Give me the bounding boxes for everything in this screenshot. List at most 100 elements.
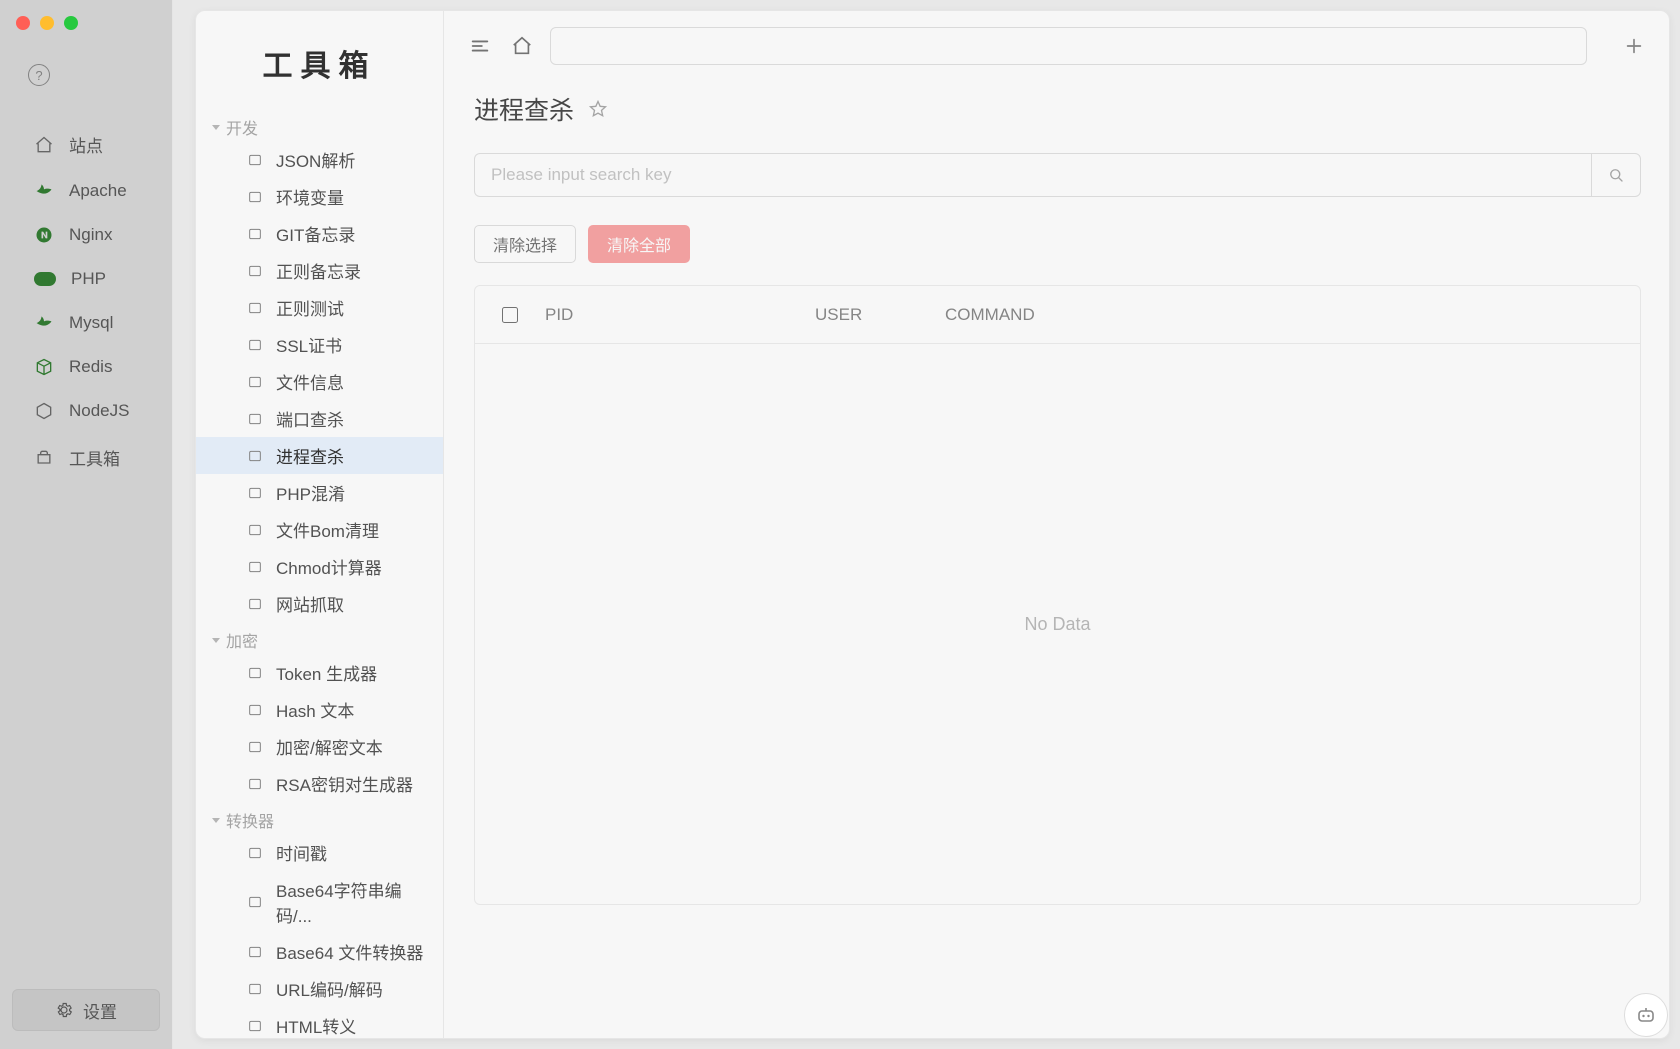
robot-icon (1634, 1003, 1658, 1027)
tree-item-0-4[interactable]: 正则测试 (196, 289, 443, 326)
tree-item-0-1[interactable]: 环境变量 (196, 178, 443, 215)
clear-all-button[interactable]: 清除全部 (588, 225, 690, 263)
tree-item-label: JSON解析 (276, 147, 355, 172)
tree-item-label: Hash 文本 (276, 697, 354, 722)
tree-item-label: Token 生成器 (276, 660, 377, 685)
chmod-icon (246, 558, 264, 576)
settings-button[interactable]: 设置 (12, 989, 160, 1031)
appnav-label: 工具箱 (69, 445, 120, 470)
address-bar[interactable] (550, 27, 1587, 65)
tree-item-label: HTML转义 (276, 1013, 356, 1038)
tree-item-0-12[interactable]: 网站抓取 (196, 585, 443, 622)
tree-item-0-3[interactable]: 正则备忘录 (196, 252, 443, 289)
appnav-item-2[interactable]: Nginx (0, 213, 172, 257)
appnav-label: Apache (69, 181, 127, 201)
tree-item-2-3[interactable]: URL编码/解码 (196, 970, 443, 1007)
tree-group-1[interactable]: 加密 (196, 622, 443, 654)
settings-label: 设置 (83, 998, 117, 1023)
tree-item-label: 端口查杀 (276, 406, 344, 431)
tree-item-label: 文件信息 (276, 369, 344, 394)
urlenc-icon (246, 980, 264, 998)
tree-item-0-10[interactable]: 文件Bom清理 (196, 511, 443, 548)
col-pid: PID (545, 305, 815, 325)
tree-item-1-0[interactable]: Token 生成器 (196, 654, 443, 691)
tree-item-2-0[interactable]: 时间戳 (196, 834, 443, 871)
tree-item-label: 时间戳 (276, 840, 327, 865)
window-traffic-lights[interactable] (16, 16, 78, 30)
regex-icon (246, 262, 264, 280)
tree-item-0-8[interactable]: 进程查杀 (196, 437, 443, 474)
chatbot-button[interactable] (1624, 993, 1668, 1037)
encrypt-icon (246, 738, 264, 756)
appnav-item-6[interactable]: NodeJS (0, 389, 172, 433)
clock-icon (246, 844, 264, 862)
base64-icon (246, 893, 264, 911)
tree-item-2-4[interactable]: HTML转义 (196, 1007, 443, 1039)
php-obfuscate-icon (246, 484, 264, 502)
topbar (444, 11, 1670, 81)
help-icon[interactable]: ? (28, 64, 50, 86)
favorite-star-icon[interactable] (588, 99, 608, 119)
env-icon (246, 188, 264, 206)
col-command: COMMAND (945, 305, 1640, 325)
regex-test-icon (246, 299, 264, 317)
table-header: PID USER COMMAND (475, 286, 1640, 344)
tree-item-1-3[interactable]: RSA密钥对生成器 (196, 765, 443, 802)
appnav-item-3[interactable]: phpPHP (0, 257, 172, 301)
caret-down-icon (212, 125, 220, 130)
crawl-icon (246, 595, 264, 613)
appnav-item-4[interactable]: Mysql (0, 301, 172, 345)
git-icon (246, 225, 264, 243)
search-icon (1607, 166, 1625, 184)
table-body-empty: No Data (475, 344, 1640, 904)
tree-item-2-1[interactable]: Base64字符串编码/... (196, 871, 443, 933)
tree-item-1-2[interactable]: 加密/解密文本 (196, 728, 443, 765)
appnav-item-0[interactable]: 站点 (0, 120, 172, 169)
close-window-icon[interactable] (16, 16, 30, 30)
tree-item-0-9[interactable]: PHP混淆 (196, 474, 443, 511)
tree-item-label: 环境变量 (276, 184, 344, 209)
sidebar-toggle-icon[interactable] (466, 32, 494, 60)
tree-item-label: URL编码/解码 (276, 976, 383, 1001)
tree-item-0-2[interactable]: GIT备忘录 (196, 215, 443, 252)
page-title: 进程查杀 (474, 91, 574, 127)
tree-item-1-1[interactable]: Hash 文本 (196, 691, 443, 728)
add-tab-icon[interactable] (1619, 31, 1649, 61)
search-input[interactable] (474, 153, 1591, 197)
appnav-label: 站点 (69, 132, 103, 157)
base64-file-icon (246, 943, 264, 961)
action-row: 清除选择 清除全部 (474, 225, 1641, 263)
tree-item-label: 网站抓取 (276, 591, 344, 616)
tree-item-label: Chmod计算器 (276, 554, 382, 579)
appnav-label: NodeJS (69, 401, 129, 421)
home-icon[interactable] (508, 32, 536, 60)
tree-item-label: 加密/解密文本 (276, 734, 383, 759)
tree-item-label: GIT备忘录 (276, 221, 355, 246)
tree-item-2-2[interactable]: Base64 文件转换器 (196, 933, 443, 970)
search-button[interactable] (1591, 153, 1641, 197)
select-all-checkbox[interactable] (502, 307, 518, 323)
tree-item-0-11[interactable]: Chmod计算器 (196, 548, 443, 585)
tree-group-label: 转换器 (226, 808, 274, 832)
zoom-window-icon[interactable] (64, 16, 78, 30)
tree-item-label: PHP混淆 (276, 480, 345, 505)
tree-item-label: 正则备忘录 (276, 258, 361, 283)
tree-group-2[interactable]: 转换器 (196, 802, 443, 834)
tree-item-0-0[interactable]: JSON解析 (196, 141, 443, 178)
tree-item-0-7[interactable]: 端口查杀 (196, 400, 443, 437)
app-sidebar: ? 站点 Apache NginxphpPHPMysqlRedis NodeJS 工具箱… (0, 0, 172, 1049)
tree-group-0[interactable]: 开发 (196, 109, 443, 141)
tree-item-label: 正则测试 (276, 295, 344, 320)
appnav-item-1[interactable]: Apache (0, 169, 172, 213)
toolbox-sidebar: 工具箱 开发JSON解析环境变量GIT备忘录正则备忘录正则测试SSL证书文件信息… (196, 11, 444, 1039)
tree-item-0-5[interactable]: SSL证书 (196, 326, 443, 363)
appnav-item-5[interactable]: Redis (0, 345, 172, 389)
minimize-window-icon[interactable] (40, 16, 54, 30)
tree-item-label: RSA密钥对生成器 (276, 771, 413, 796)
gear-icon (55, 1001, 73, 1019)
tree-item-label: Base64 文件转换器 (276, 939, 423, 964)
clear-selection-button[interactable]: 清除选择 (474, 225, 576, 263)
appnav-item-7[interactable]: 工具箱 (0, 433, 172, 482)
tree-item-label: 进程查杀 (276, 443, 344, 468)
tree-item-0-6[interactable]: 文件信息 (196, 363, 443, 400)
